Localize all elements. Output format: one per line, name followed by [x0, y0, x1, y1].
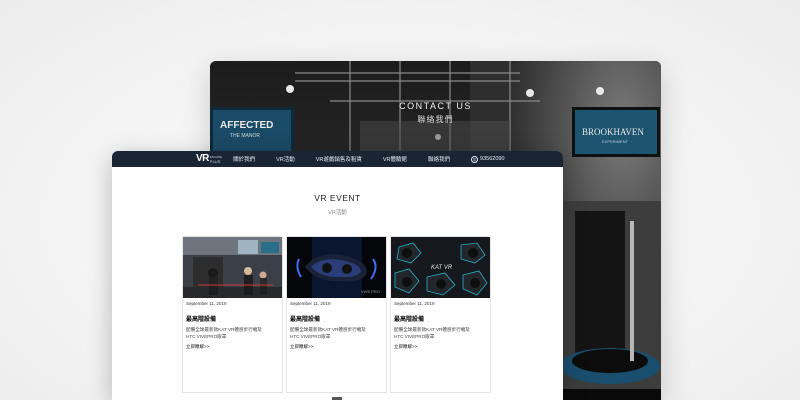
event-photo-vive-pro-headset: VIVE PRO	[287, 237, 386, 298]
event-title: 最高階設備	[394, 317, 425, 323]
logo-text: VR	[196, 153, 209, 164]
event-description: 配備全球最新款KAT VR體感步行機及 HTC VIVEPRO眼罩	[394, 326, 487, 340]
event-card-body: September 11, 2019 最高階設備 配備全球最新款KAT VR體感…	[183, 298, 282, 352]
nav-item-experience-hall[interactable]: VR體驗館	[383, 155, 407, 163]
event-card[interactable]: September 11, 2019 最高階設備 配備全球最新款KAT VR體感…	[182, 236, 283, 393]
logo-subtext-bottom: PLUS	[209, 159, 221, 164]
nav-item-contact[interactable]: 聯絡我們	[428, 155, 450, 163]
top-navbar: VR ESCAPE PLUS 關於我們 VR活動 VR遊戲銷售及租賃 VR體驗館…	[112, 151, 563, 167]
kat-vr-label: KAT VR	[431, 265, 453, 271]
logo-subtext: ESCAPE PLUS	[209, 156, 222, 165]
left-screen-subtitle: THE MANOR	[230, 133, 260, 139]
event-photo-showroom	[183, 237, 282, 298]
event-card-list: September 11, 2019 最高階設備 配備全球最新款KAT VR體感…	[182, 236, 491, 393]
event-description-line2: HTC VIVEPRO眼罩	[186, 334, 227, 339]
right-screen-subtitle: EXPERIMENT	[602, 139, 629, 144]
read-more-link[interactable]: 立即瞭解>>	[186, 344, 279, 350]
read-more-link[interactable]: 立即瞭解>>	[394, 344, 487, 350]
section-title: VR EVENT	[314, 193, 361, 203]
contact-subtitle: 聯絡我們	[417, 115, 454, 124]
event-date: September 11, 2019	[394, 301, 435, 306]
vive-pro-label: VIVE PRO	[361, 289, 380, 294]
phone-number: 93562090	[480, 156, 505, 162]
event-description-line2: HTC VIVEPRO眼罩	[394, 334, 435, 339]
event-description-line1: 配備全球最新款KAT VR體感步行機及	[186, 327, 262, 332]
nav-item-about[interactable]: 關於我們	[233, 155, 255, 163]
contact-title: CONTACT US	[399, 101, 472, 111]
event-card-body: September 11, 2019 最高階設備 配備全球最新款KAT VR體感…	[287, 298, 386, 352]
right-screen-title: BROOKHAVEN	[582, 127, 644, 137]
whatsapp-icon: ✆	[471, 155, 479, 163]
event-card[interactable]: KAT VR September 11, 2019 最高階設備 配備全球最新款K…	[390, 236, 491, 393]
site-logo[interactable]: VR ESCAPE PLUS	[196, 153, 222, 165]
event-description-line1: 配備全球最新款KAT VR體感步行機及	[394, 327, 470, 332]
event-description: 配備全球最新款KAT VR體感步行機及 HTC VIVEPRO眼罩	[186, 326, 279, 340]
nav-item-sales-rental[interactable]: VR遊戲銷售及租賃	[316, 155, 362, 163]
read-more-link[interactable]: 立即瞭解>>	[290, 344, 383, 350]
event-card[interactable]: VIVE PRO September 11, 2019 最高階設備 配備全球最新…	[286, 236, 387, 393]
nav-phone[interactable]: ✆ 93562090	[471, 155, 505, 163]
nav-item-vr-event[interactable]: VR活動	[276, 155, 295, 163]
event-card-body: September 11, 2019 最高階設備 配備全球最新款KAT VR體感…	[391, 298, 490, 352]
contact-heading: CONTACT US 聯絡我們	[210, 101, 661, 125]
section-subtitle: VR活動	[328, 210, 347, 216]
event-date: September 11, 2019	[290, 301, 331, 306]
event-description-line1: 配備全球最新款KAT VR體感步行機及	[290, 327, 366, 332]
event-title: 最高階設備	[186, 317, 217, 323]
event-description-line2: HTC VIVEPRO眼罩	[290, 334, 331, 339]
event-page-window: VR ESCAPE PLUS 關於我們 VR活動 VR遊戲銷售及租賃 VR體驗館…	[112, 151, 563, 400]
event-description: 配備全球最新款KAT VR體感步行機及 HTC VIVEPRO眼罩	[290, 326, 383, 340]
event-photo-kat-vr-treadmills: KAT VR	[391, 237, 490, 298]
event-date: September 11, 2019	[186, 301, 227, 306]
event-title: 最高階設備	[290, 317, 321, 323]
